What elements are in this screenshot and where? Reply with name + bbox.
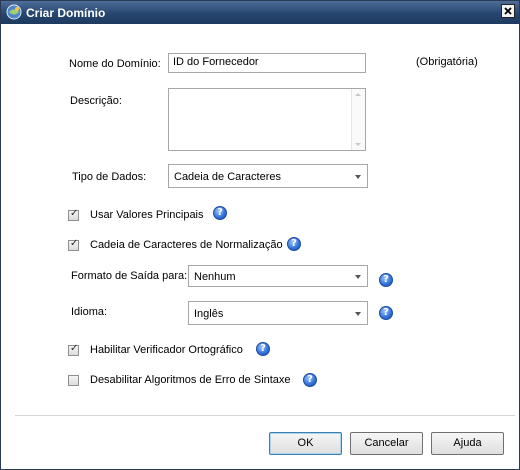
normalize-strings-label: Cadeia de Caracteres de Normalização xyxy=(90,239,283,251)
domain-name-input[interactable]: ID do Fornecedor xyxy=(168,53,366,73)
scroll-down-icon[interactable] xyxy=(355,143,361,146)
description-input[interactable] xyxy=(168,88,366,151)
checkmark-icon: ✓ xyxy=(70,208,79,219)
scroll-up-icon[interactable] xyxy=(355,93,361,96)
window-title: Criar Domínio xyxy=(26,6,106,20)
close-button[interactable] xyxy=(501,4,515,18)
footer-divider xyxy=(15,415,515,416)
spell-checker-checkbox[interactable]: ✓ xyxy=(68,343,79,356)
close-icon xyxy=(504,7,512,15)
data-type-select[interactable]: Cadeia de Caracteres xyxy=(168,164,368,188)
question-mark-icon[interactable]: ? xyxy=(303,373,317,387)
help-button[interactable]: Ajuda xyxy=(431,432,504,455)
data-type-label: Tipo de Dados: xyxy=(72,171,147,183)
syntax-error-algorithms-label: Desabilitar Algoritmos de Erro de Sintax… xyxy=(90,374,291,386)
chevron-down-icon xyxy=(355,312,361,316)
output-format-label: Formato de Saída para: xyxy=(71,270,188,282)
output-format-select[interactable]: Nenhum xyxy=(188,265,368,287)
chevron-down-icon xyxy=(355,175,361,179)
description-label: Descrição: xyxy=(70,95,122,107)
cancel-button[interactable]: Cancelar xyxy=(350,432,423,455)
use-key-values-label: Usar Valores Principais xyxy=(90,209,204,221)
spell-checker-label: Habilitar Verificador Ortográfico xyxy=(90,344,243,356)
question-mark-icon[interactable]: ? xyxy=(256,342,270,356)
globe-icon xyxy=(6,4,22,20)
ok-button[interactable]: OK xyxy=(269,432,342,455)
checkmark-icon: ✓ xyxy=(70,238,79,249)
description-scrollbar[interactable] xyxy=(351,89,365,150)
language-select[interactable]: Inglês xyxy=(188,301,368,325)
question-mark-icon[interactable]: ? xyxy=(379,306,393,320)
chevron-down-icon xyxy=(355,275,361,279)
domain-name-label: Nome do Domínio: xyxy=(69,58,161,70)
syntax-error-algorithms-checkbox[interactable] xyxy=(68,375,79,386)
normalize-strings-checkbox[interactable]: ✓ xyxy=(68,238,79,251)
question-mark-icon[interactable]: ? xyxy=(287,237,301,251)
required-note: (Obrigatória) xyxy=(416,56,478,68)
use-key-values-checkbox[interactable]: ✓ xyxy=(68,208,79,221)
language-label: Idioma: xyxy=(71,306,108,318)
output-format-value: Nenhum xyxy=(194,271,236,283)
create-domain-dialog: Criar Domínio Nome do Domínio: ID do For… xyxy=(0,0,520,470)
language-value: Inglês xyxy=(194,308,224,320)
question-mark-icon[interactable]: ? xyxy=(379,273,393,287)
dialog-body: Nome do Domínio: ID do Fornecedor (Obrig… xyxy=(5,24,515,465)
question-mark-icon[interactable]: ? xyxy=(213,206,227,220)
data-type-value: Cadeia de Caracteres xyxy=(174,171,282,183)
checkmark-icon: ✓ xyxy=(70,343,79,354)
title-bar[interactable]: Criar Domínio xyxy=(1,1,519,24)
